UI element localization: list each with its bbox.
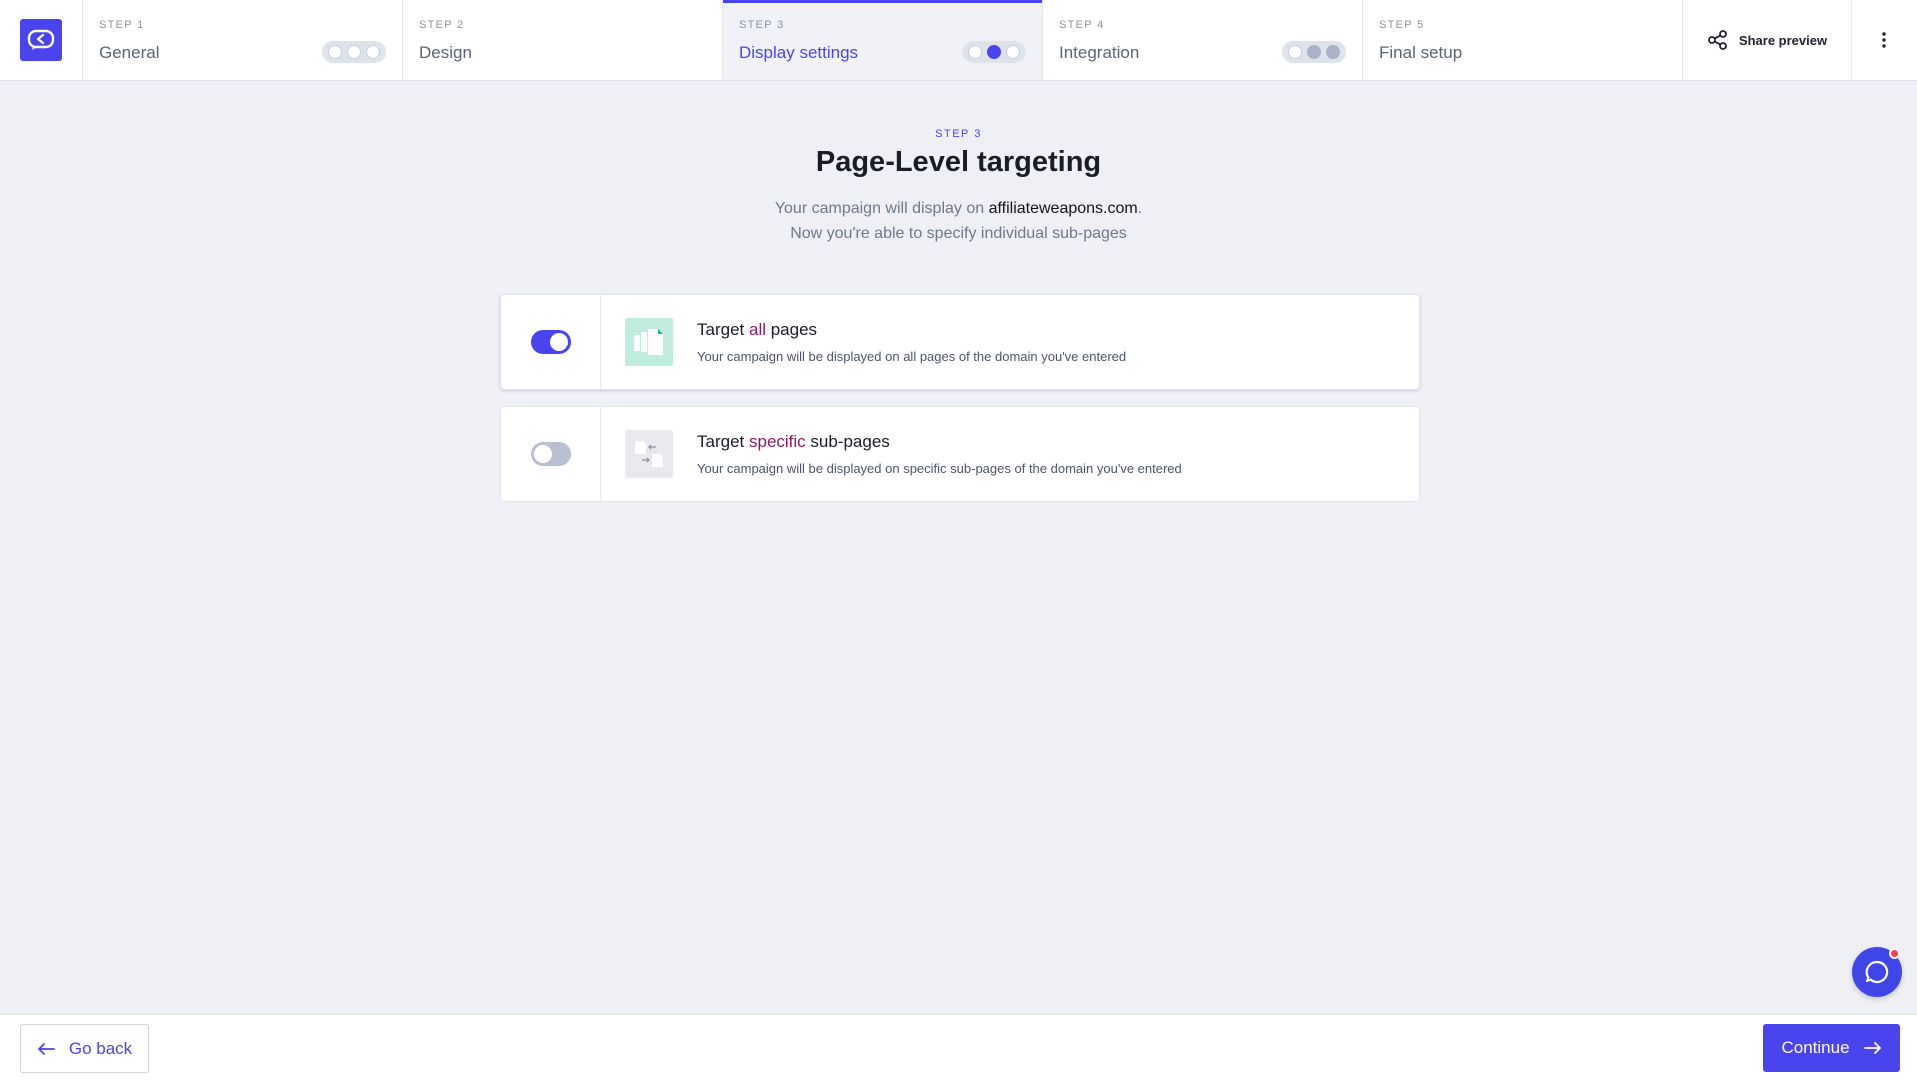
chat-launcher-button[interactable] xyxy=(1852,947,1902,997)
step-kicker: STEP 4 xyxy=(1059,19,1105,31)
option-title: Target specific sub-pages xyxy=(697,432,1182,452)
arrow-right-icon xyxy=(1863,1042,1881,1054)
logo-cell[interactable] xyxy=(0,0,83,80)
go-back-button[interactable]: Go back xyxy=(20,1024,149,1073)
step-progress-dots xyxy=(322,41,386,63)
step-kicker: STEP 3 xyxy=(739,19,785,31)
more-vertical-icon xyxy=(1882,32,1886,48)
option-body: Target all pages Your campaign will be d… xyxy=(601,295,1419,389)
toggle-cell xyxy=(501,295,601,389)
option-title-accent: specific xyxy=(748,432,806,451)
continue-label: Continue xyxy=(1781,1038,1850,1057)
option-description: Your campaign will be displayed on all p… xyxy=(697,349,1127,364)
all-pages-icon xyxy=(625,318,673,366)
target-specific-subpages-toggle[interactable] xyxy=(530,442,571,466)
subtitle-line-1: Your campaign will display on affiliatew… xyxy=(0,196,1917,221)
option-text: Target all pages Your campaign will be d… xyxy=(697,320,1126,364)
target-specific-subpages-option[interactable]: Target specific sub-pages Your campaign … xyxy=(500,406,1420,502)
continue-button[interactable]: Continue xyxy=(1763,1024,1900,1072)
specific-pages-icon xyxy=(625,430,673,478)
more-menu-button[interactable] xyxy=(1852,0,1916,80)
share-preview-button[interactable]: Share preview xyxy=(1683,0,1852,80)
step-tab-design[interactable]: STEP 2 Design xyxy=(403,0,723,80)
step-tab-integration[interactable]: STEP 4 Integration xyxy=(1043,0,1363,80)
option-title-suffix: sub-pages xyxy=(805,432,890,451)
progress-dot-current xyxy=(986,45,1001,59)
app-logo-icon[interactable] xyxy=(20,19,62,61)
section-kicker: STEP 3 xyxy=(935,128,982,140)
progress-dot xyxy=(346,45,361,59)
subtitle-suffix: . xyxy=(1137,200,1143,217)
subtitle-prefix: Your campaign will display on xyxy=(774,200,989,217)
step-kicker: STEP 2 xyxy=(419,19,465,31)
target-all-pages-toggle[interactable] xyxy=(530,330,571,354)
arrow-left-icon xyxy=(37,1042,55,1055)
option-description: Your campaign will be displayed on speci… xyxy=(697,461,1182,476)
option-title-prefix: Target xyxy=(697,432,749,451)
page-subtitle: Your campaign will display on affiliatew… xyxy=(0,196,1917,246)
target-all-pages-option[interactable]: Target all pages Your campaign will be d… xyxy=(500,294,1420,390)
footer-bar: Go back Continue xyxy=(0,1014,1917,1080)
progress-dot xyxy=(327,45,342,59)
domain-name: affiliateweapons.com xyxy=(988,200,1138,217)
toggle-knob xyxy=(549,333,568,351)
option-title-prefix: Target xyxy=(697,320,749,339)
progress-dot xyxy=(1287,45,1302,59)
page-title: Page-Level targeting xyxy=(815,146,1102,178)
step-tab-display-settings[interactable]: STEP 3 Display settings xyxy=(723,0,1043,80)
option-title: Target all pages xyxy=(697,320,1126,340)
step-title: Final setup xyxy=(1379,43,1463,62)
step-tab-general[interactable]: STEP 1 General xyxy=(83,0,403,80)
go-back-label: Go back xyxy=(68,1038,133,1058)
step-title: Design xyxy=(419,43,472,62)
step-kicker: STEP 5 xyxy=(1379,19,1425,31)
step-progress-dots xyxy=(1282,41,1346,63)
subtitle-line-2: Now you're able to specify individual su… xyxy=(790,225,1127,242)
step-kicker: STEP 1 xyxy=(99,19,145,31)
toggle-knob xyxy=(533,445,552,463)
option-body: Target specific sub-pages Your campaign … xyxy=(601,407,1419,501)
option-title-accent: all xyxy=(748,320,766,339)
notification-badge xyxy=(1889,948,1900,959)
progress-dot xyxy=(1006,45,1021,59)
progress-dot xyxy=(366,45,381,59)
progress-dot xyxy=(1306,45,1321,59)
step-tab-final-setup[interactable]: STEP 5 Final setup xyxy=(1363,0,1683,80)
share-preview-label: Share preview xyxy=(1738,32,1828,48)
toggle-cell xyxy=(501,407,601,501)
step-progress-dots xyxy=(962,41,1026,63)
option-title-suffix: pages xyxy=(766,320,818,339)
chat-bubble-icon xyxy=(1865,960,1889,984)
option-text: Target specific sub-pages Your campaign … xyxy=(697,432,1182,476)
top-bar: STEP 1 General STEP 2 Design STEP 3 Disp… xyxy=(0,0,1917,81)
share-icon xyxy=(1708,30,1727,50)
progress-dot xyxy=(1326,45,1341,59)
progress-dot xyxy=(967,45,982,59)
